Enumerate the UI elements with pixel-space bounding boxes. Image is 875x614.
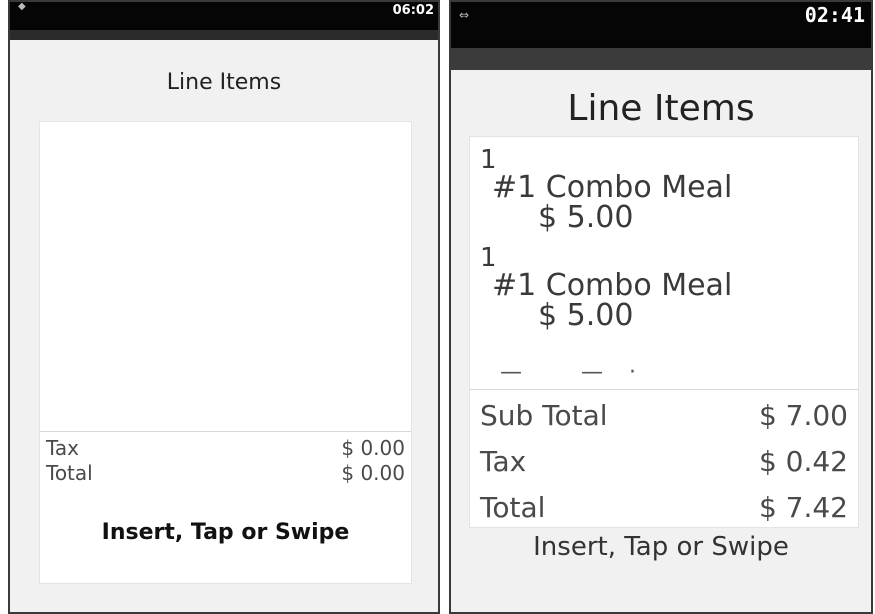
line-item: 1 #1 Combo Meal $ 5.00 (470, 245, 858, 331)
right-device-screen: ⇔ 02:41 Line Items 1 #1 Combo Meal $ 5.0… (449, 0, 873, 614)
line-item: 1 #1 Combo Meal $ 5.00 (470, 147, 858, 233)
line-item-name: #1 Combo Meal (492, 170, 733, 205)
totals-section: Tax $ 0.00 Total $ 0.00 (40, 436, 411, 486)
wifi-icon: ◆ (18, 0, 26, 12)
total-row: Total $ 0.00 (46, 461, 405, 486)
subtotal-value: $ 7.00 (758, 399, 848, 432)
total-value: $ 7.42 (758, 491, 848, 524)
tax-value: $ 0.00 (341, 436, 405, 460)
line-items-list[interactable]: 1 #1 Combo Meal $ 5.00 1 #1 Combo Meal $… (470, 137, 858, 390)
line-items-panel: 1 #1 Combo Meal $ 5.00 1 #1 Combo Meal $… (469, 136, 859, 528)
tax-label: Tax (46, 436, 79, 460)
tax-value: $ 0.42 (758, 445, 848, 478)
totals-section: Sub Total $ 7.00 Tax $ 0.42 Total $ 7.42 (470, 393, 858, 531)
line-item-price: $ 5.00 (538, 298, 634, 333)
line-item-name: #1 Combo Meal (492, 268, 733, 303)
total-value: $ 0.00 (341, 461, 405, 485)
payment-prompt: Insert, Tap or Swipe (101, 520, 350, 545)
line-items-panel: Tax $ 0.00 Total $ 0.00 Insert, Tap or S… (39, 121, 412, 584)
scroll-overflow-indicator: — —· (500, 360, 662, 385)
subtotal-label: Sub Total (480, 399, 608, 432)
status-bar: ⇔ 02:41 (451, 2, 871, 70)
payment-prompt: Insert, Tap or Swipe (533, 532, 789, 562)
connection-arrows-icon: ⇔ (459, 8, 470, 22)
tax-row: Tax $ 0.42 (480, 439, 848, 485)
status-time: 02:41 (804, 3, 865, 27)
total-label: Total (46, 461, 93, 485)
left-device-screen: ◆ 06:02 Line Items Tax $ 0.00 Total $ 0.… (8, 0, 440, 614)
line-items-list[interactable] (40, 122, 411, 432)
line-item-price: $ 5.00 (538, 200, 634, 235)
status-time: 06:02 (392, 2, 434, 18)
total-row: Total $ 7.42 (480, 485, 848, 531)
tax-label: Tax (480, 445, 527, 478)
total-label: Total (480, 491, 546, 524)
page-title: Line Items (166, 70, 282, 95)
page-title: Line Items (567, 88, 755, 129)
subtotal-row: Sub Total $ 7.00 (480, 393, 848, 439)
tax-row: Tax $ 0.00 (46, 436, 405, 461)
status-bar: ◆ 06:02 (10, 2, 438, 40)
